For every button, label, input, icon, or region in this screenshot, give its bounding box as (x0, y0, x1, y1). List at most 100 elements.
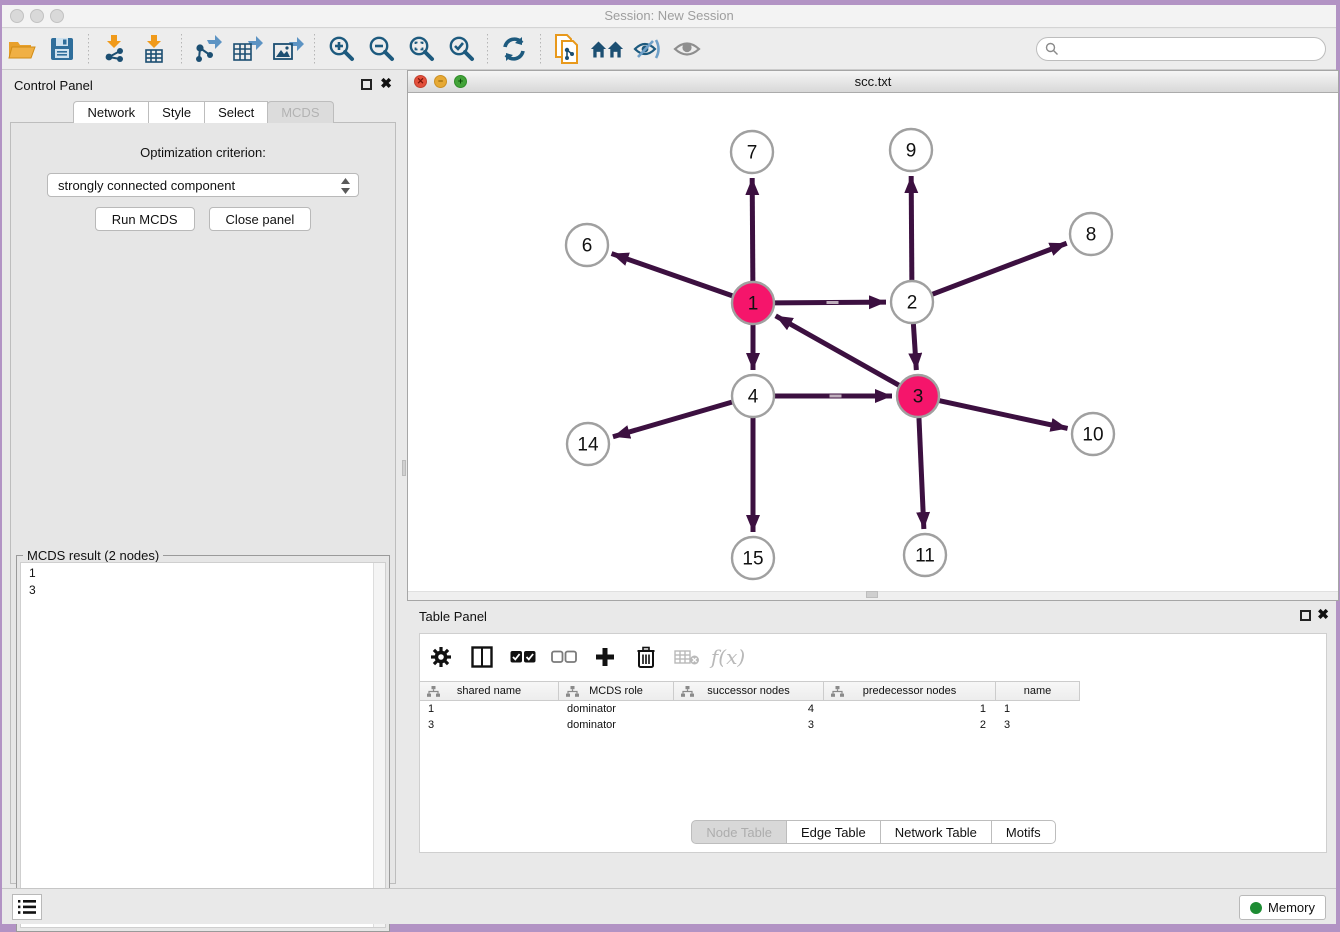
cell-name[interactable]: 3 (996, 717, 1080, 733)
import-network-button[interactable] (98, 33, 132, 65)
memory-button[interactable]: Memory (1239, 895, 1326, 920)
edge-1-7[interactable] (752, 178, 753, 281)
graph-node-9[interactable]: 9 (890, 129, 932, 171)
result-scrollbar[interactable] (373, 563, 385, 927)
task-history-button[interactable] (12, 894, 42, 920)
graph-node-8[interactable]: 8 (1070, 213, 1112, 255)
select-all-button[interactable] (510, 644, 536, 670)
network-resize-grip[interactable] (866, 591, 878, 598)
cell-MCDS-role[interactable]: dominator (559, 717, 674, 733)
tab-node-table[interactable]: Node Table (691, 820, 787, 844)
graph-node-14[interactable]: 14 (567, 423, 609, 465)
export-image-button[interactable] (271, 33, 305, 65)
float-panel-icon[interactable] (361, 79, 372, 90)
column-header-predecessor-nodes[interactable]: predecessor nodes (824, 681, 996, 701)
edge-3-10[interactable] (939, 401, 1067, 429)
deselect-all-button[interactable] (551, 644, 577, 670)
import-table-icon (141, 34, 169, 64)
table-row[interactable]: 1dominator411 (420, 701, 1080, 717)
column-header-label: shared name (457, 685, 521, 697)
tab-mcds[interactable]: MCDS (267, 101, 333, 123)
export-table-button[interactable] (231, 33, 265, 65)
cell-shared-name[interactable]: 1 (420, 701, 559, 717)
table-panel-header: Table Panel ✖ (407, 601, 1339, 631)
close-panel-button[interactable]: Close panel (209, 207, 312, 231)
cell-predecessor-nodes[interactable]: 1 (824, 701, 996, 717)
table-header-row: shared name MCDS rolesuccessor nodes prede… (420, 681, 1080, 701)
tab-network-table[interactable]: Network Table (880, 820, 992, 844)
cell-MCDS-role[interactable]: dominator (559, 701, 674, 717)
zoom-in-button[interactable] (324, 33, 358, 65)
edge-4-14[interactable] (613, 402, 732, 437)
columns-icon (471, 646, 493, 668)
graph-node-1[interactable]: 1 (732, 282, 774, 324)
edge-3-1[interactable] (776, 316, 899, 385)
cell-predecessor-nodes[interactable]: 2 (824, 717, 996, 733)
tab-network[interactable]: Network (73, 101, 149, 123)
edge-1-6[interactable] (612, 254, 733, 296)
cell-successor-nodes[interactable]: 4 (674, 701, 824, 717)
edge-2-3[interactable] (913, 324, 916, 370)
duplicate-network-button[interactable] (550, 33, 584, 65)
plus-icon (595, 647, 615, 667)
table-settings-button[interactable] (428, 644, 454, 670)
close-table-panel-icon[interactable]: ✖ (1317, 607, 1329, 621)
node-label: 11 (915, 546, 935, 567)
column-header-label: predecessor nodes (863, 685, 957, 697)
show-all-button[interactable] (670, 33, 704, 65)
apply-layout-button[interactable] (497, 33, 531, 65)
edge-3-11[interactable] (919, 418, 924, 529)
graph-node-4[interactable]: 4 (732, 375, 774, 417)
delete-column-button[interactable] (633, 644, 659, 670)
float-table-panel-icon[interactable] (1300, 610, 1311, 621)
run-mcds-button[interactable]: Run MCDS (95, 207, 195, 231)
function-builder-button[interactable]: f(x) (715, 644, 741, 670)
edge-2-9[interactable] (911, 176, 912, 280)
graph-node-6[interactable]: 6 (566, 224, 608, 266)
search-input[interactable] (1036, 37, 1326, 61)
graph-node-15[interactable]: 15 (732, 537, 774, 579)
graph-node-10[interactable]: 10 (1072, 413, 1114, 455)
delete-table-button[interactable] (674, 644, 700, 670)
table-tabs: Node TableEdge TableNetwork TableMotifs (420, 820, 1326, 844)
mcds-result-list[interactable]: 13 (20, 562, 386, 928)
column-header-name[interactable]: name (996, 681, 1080, 701)
graph-node-3[interactable]: 3 (897, 375, 939, 417)
table-row[interactable]: 3dominator323 (420, 717, 1080, 733)
tab-edge-table[interactable]: Edge Table (786, 820, 881, 844)
control-panel: Control Panel ✖ NetworkStyleSelectMCDS O… (2, 70, 404, 895)
status-bar: Memory (2, 888, 1336, 924)
column-header-shared-name[interactable]: shared name (420, 681, 559, 701)
import-table-button[interactable] (138, 33, 172, 65)
open-session-button[interactable] (5, 33, 39, 65)
edge-2-8[interactable] (933, 243, 1067, 294)
tab-select[interactable]: Select (204, 101, 268, 123)
fit-content-button[interactable] (404, 33, 438, 65)
add-column-button[interactable] (592, 644, 618, 670)
tab-motifs[interactable]: Motifs (991, 820, 1056, 844)
column-header-MCDS-role[interactable]: MCDS role (559, 681, 674, 701)
hide-selected-button[interactable] (630, 33, 664, 65)
toolbar-separator (487, 34, 488, 64)
show-columns-button[interactable] (469, 644, 495, 670)
criterion-select[interactable]: strongly connected component (47, 173, 359, 197)
panel-splitter-handle[interactable] (402, 460, 406, 476)
zoom-out-button[interactable] (364, 33, 398, 65)
graph-node-7[interactable]: 7 (731, 131, 773, 173)
node-label: 15 (742, 549, 763, 570)
tab-style[interactable]: Style (148, 101, 205, 123)
close-panel-icon[interactable]: ✖ (380, 76, 392, 90)
first-neighbors-button[interactable] (590, 33, 624, 65)
export-network-button[interactable] (191, 33, 225, 65)
zoom-selected-button[interactable] (444, 33, 478, 65)
cell-successor-nodes[interactable]: 3 (674, 717, 824, 733)
column-header-label: name (1024, 685, 1052, 697)
network-graph[interactable]: 7 9 6 8 1 2 4 3 14 10 15 11 (408, 93, 1338, 591)
cell-name[interactable]: 1 (996, 701, 1080, 717)
column-header-successor-nodes[interactable]: successor nodes (674, 681, 824, 701)
graph-node-2[interactable]: 2 (891, 281, 933, 323)
cell-shared-name[interactable]: 3 (420, 717, 559, 733)
save-session-button[interactable] (45, 33, 79, 65)
graph-node-11[interactable]: 11 (904, 534, 946, 576)
network-canvas[interactable]: 7 9 6 8 1 2 4 3 14 10 15 11 (408, 93, 1338, 591)
